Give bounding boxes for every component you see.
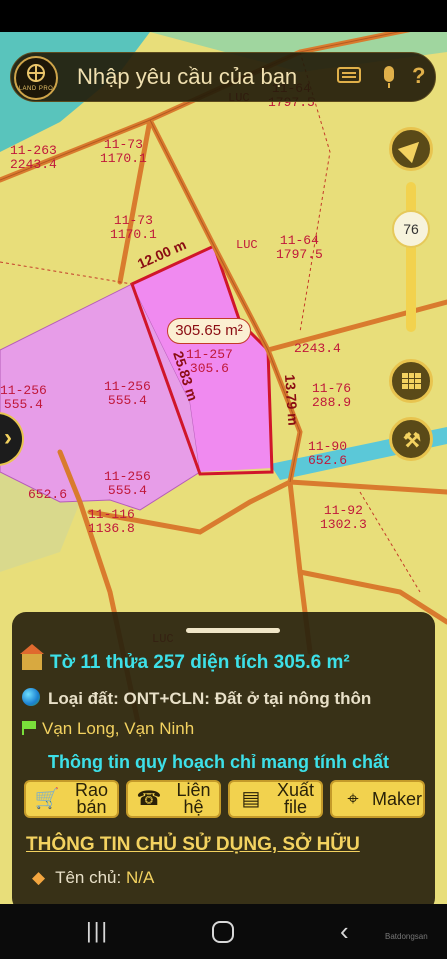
land-pro-logo[interactable]: LAND PRO (14, 56, 58, 100)
recent-apps-icon[interactable]: ||| (86, 918, 109, 944)
map-marker-icon: ⌖ (347, 787, 359, 810)
export-file-button[interactable]: ▤ Xuất file (228, 780, 323, 818)
owner-section-heading: THÔNG TIN CHỦ SỬ DỤNG, SỞ HỮU (26, 834, 360, 855)
back-icon[interactable]: ‹ (340, 916, 349, 947)
search-bar[interactable]: LAND PRO ? (10, 52, 436, 102)
chevron-right-icon: › (4, 424, 12, 451)
globe-icon (27, 64, 45, 82)
parcel-label: 2243.4 (294, 341, 341, 356)
planning-notice: Thông tin quy hoạch chỉ mang tính chất (48, 752, 389, 772)
land-type: Loại đất: ONT+CLN: Đất ở tại nông thôn (22, 686, 371, 709)
parcel-label: 11-256 555.4 (0, 383, 47, 412)
land-code-label: LUC (236, 238, 258, 252)
panel-drag-handle[interactable] (186, 628, 280, 633)
status-bar (0, 0, 447, 32)
parcel-info-panel: Tờ 11 thửa 257 diện tích 305.6 m² Loại đ… (12, 612, 435, 912)
post-for-sale-label: Rao bán (74, 780, 109, 817)
owner-name-row: ◆ Tên chủ: N/A (32, 868, 154, 888)
parcel-title: Tờ 11 thửa 257 diện tích 305.6 m² (20, 644, 350, 674)
measure-button[interactable]: ⚒ (389, 417, 433, 461)
owner-name-label: Tên chủ: (55, 868, 122, 887)
land-type-text: Loại đất: ONT+CLN: Đất ở tại nông thôn (48, 689, 372, 708)
parcel-label: 11-92 1302.3 (320, 503, 367, 532)
post-for-sale-button[interactable]: 🛒 Rao bán (24, 780, 119, 818)
parcel-label: 11-90 652.6 (308, 439, 348, 468)
watermark: Batdongsan (385, 932, 428, 941)
phone-icon: ☎ (136, 787, 162, 810)
area-badge: 305.65 m² (167, 318, 251, 344)
parcel-label: 11-116 1136.8 (88, 507, 135, 536)
contact-button[interactable]: ☎ Liên hệ (126, 780, 221, 818)
maker-button[interactable]: ⌖ Maker (330, 780, 425, 818)
logo-text: LAND PRO (18, 86, 54, 92)
grid-icon (402, 373, 421, 389)
diamond-bullet-icon: ◆ (32, 868, 46, 887)
help-icon[interactable]: ? (412, 63, 425, 89)
parcel-label: 11-256 555.4 (104, 469, 151, 498)
microphone-icon[interactable] (384, 66, 394, 88)
search-input[interactable] (77, 62, 347, 92)
parcel-label: 11-73 1170.1 (100, 137, 147, 166)
android-navigation-bar: ||| ‹ (0, 904, 447, 959)
pdf-file-icon: ▤ (241, 787, 261, 810)
export-file-label: Xuất file (276, 780, 315, 817)
globe-icon (22, 688, 40, 706)
house-icon (20, 644, 44, 670)
cart-icon: 🛒 (34, 787, 60, 810)
parcel-label: 652.6 (28, 487, 68, 502)
zoom-slider[interactable] (406, 182, 416, 332)
owner-name-value: N/A (125, 868, 155, 887)
parcel-label: 11-73 1170.1 (110, 213, 157, 242)
home-icon[interactable] (212, 921, 234, 943)
parcel-label: 11-263 2243.4 (10, 143, 57, 172)
parcel-title-text: Tờ 11 thửa 257 diện tích 305.6 m² (50, 652, 350, 673)
layers-button[interactable] (389, 359, 433, 403)
zoom-level: 76 (403, 221, 419, 237)
flag-icon (22, 721, 36, 735)
contact-label: Liên hệ (176, 780, 211, 817)
parcel-label: 11-76 288.9 (312, 381, 352, 410)
maker-label: Maker (372, 788, 423, 809)
keyboard-icon[interactable] (337, 67, 361, 83)
parcel-label: 11-256 555.4 (104, 379, 151, 408)
location: Vạn Long, Vạn Ninh (22, 719, 194, 739)
compass-tool-icon: ⚒ (403, 430, 421, 452)
parcel-label: 11-641797.5 (276, 233, 323, 262)
location-text: Vạn Long, Vạn Ninh (42, 719, 195, 738)
locate-button[interactable] (389, 127, 433, 171)
